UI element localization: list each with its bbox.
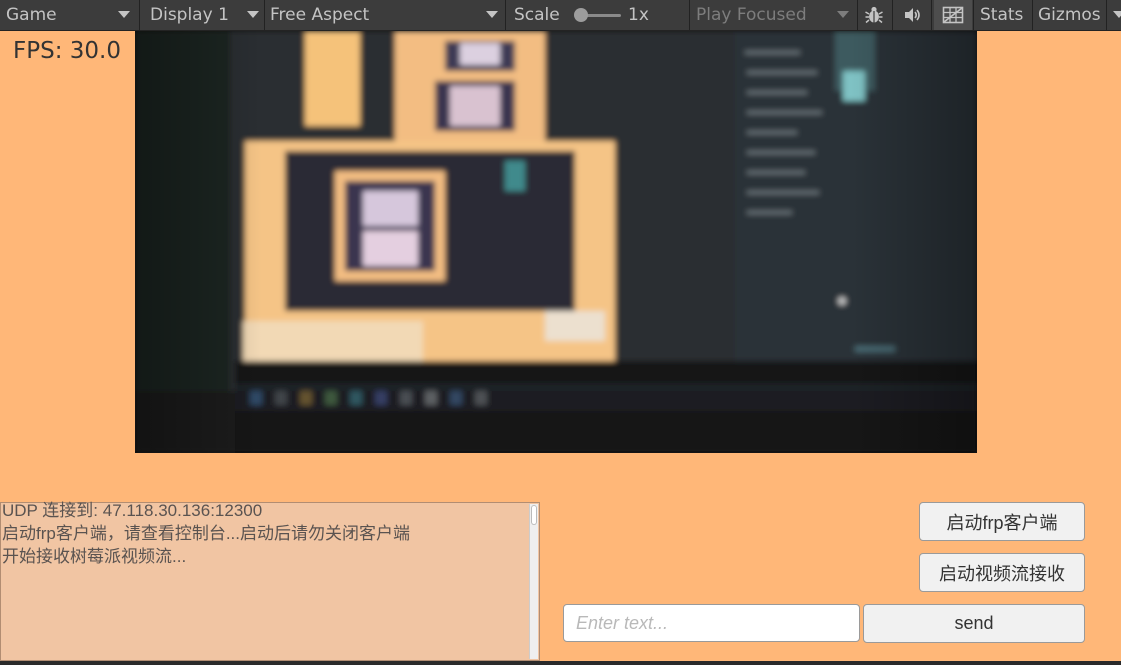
message-input[interactable]: Enter text... xyxy=(563,604,860,642)
start-frp-client-button[interactable]: 启动frp客户端 xyxy=(919,502,1085,541)
game-view-dropdown[interactable]: Game xyxy=(6,0,134,30)
play-mode-label: Play Focused xyxy=(696,5,807,25)
chevron-down-icon xyxy=(247,11,259,18)
window-bottom-edge xyxy=(0,661,1121,665)
aspect-dropdown[interactable]: Free Aspect xyxy=(270,0,500,30)
bug-icon xyxy=(865,6,883,24)
start-video-stream-button[interactable]: 启动视频流接收 xyxy=(919,553,1085,592)
log-scrollbar[interactable] xyxy=(529,504,538,659)
log-line: 启动frp客户端，请查看控制台...启动后请勿关闭客户端 xyxy=(2,524,411,543)
game-view-toolbar: Game Display 1 Free Aspect Scale 1x Play… xyxy=(0,0,1121,31)
stats-button[interactable]: Stats xyxy=(980,0,1023,30)
display-dropdown[interactable]: Display 1 xyxy=(150,0,260,30)
game-view-label: Game xyxy=(6,5,57,25)
scale-label: Scale xyxy=(514,5,560,25)
gizmos-menu-button[interactable]: Gizmos xyxy=(1038,0,1101,30)
fps-counter: FPS: 30.0 xyxy=(13,38,121,64)
mute-audio-button[interactable] xyxy=(896,0,928,30)
chevron-down-icon xyxy=(118,11,130,18)
video-stream-display xyxy=(135,31,977,453)
display-label: Display 1 xyxy=(150,5,229,25)
play-mode-dropdown[interactable]: Play Focused xyxy=(696,0,856,30)
chevron-down-icon xyxy=(486,11,498,18)
send-button[interactable]: send xyxy=(863,604,1085,643)
log-line: 开始接收树莓派视频流... xyxy=(2,547,187,566)
chevron-down-icon[interactable] xyxy=(1113,11,1121,18)
grid-icon xyxy=(942,6,964,24)
aspect-label: Free Aspect xyxy=(270,5,370,25)
speaker-icon xyxy=(905,8,920,22)
scale-value: 1x xyxy=(628,5,649,25)
gizmos-toggle-button[interactable] xyxy=(934,0,972,30)
chevron-down-icon xyxy=(837,11,849,18)
camera-feed-image xyxy=(135,31,977,453)
log-output-panel[interactable]: UDP 连接到: 47.118.30.136:12300 启动frp客户端，请查… xyxy=(0,501,540,661)
scale-slider-handle[interactable] xyxy=(574,8,588,22)
frame-debugger-button[interactable] xyxy=(858,0,890,30)
log-scrollbar-thumb[interactable] xyxy=(531,505,537,525)
log-line: UDP 连接到: 47.118.30.136:12300 xyxy=(2,501,263,520)
